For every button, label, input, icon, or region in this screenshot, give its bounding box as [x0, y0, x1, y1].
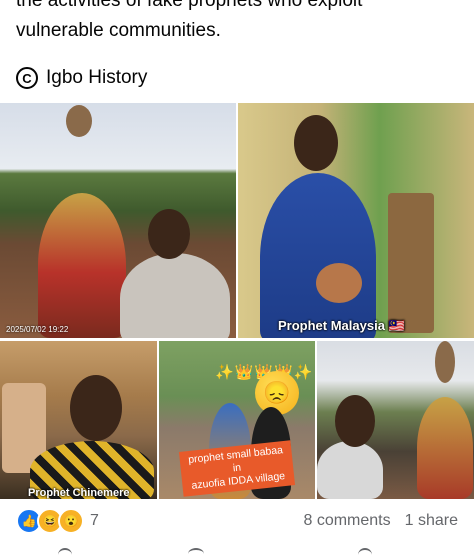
engagement-bar: 👍 😆 😮 7 8 comments 1 share: [0, 502, 474, 540]
comments-count[interactable]: 8 comments: [303, 512, 390, 530]
masquerade-figure: [38, 193, 126, 338]
man-with-microphone: [120, 253, 230, 338]
copyright-icon: C: [16, 67, 38, 89]
post-text-line-2: vulnerable communities.: [16, 20, 221, 41]
share-button-icon[interactable]: [358, 548, 372, 560]
reaction-icons[interactable]: 👍 😆 😮: [16, 508, 84, 534]
post-photo-2[interactable]: Prophet Malaysia 🇲🇾: [238, 103, 474, 338]
source-label[interactable]: Igbo History: [46, 67, 147, 89]
clay-pot: [316, 263, 362, 303]
man-head: [70, 375, 122, 441]
post-photo-3[interactable]: Prophet Chinemere: [0, 341, 157, 499]
reaction-count[interactable]: 7: [90, 512, 99, 530]
photo-timestamp: 2025/07/02 19:22: [6, 325, 69, 334]
masquerade-head: [435, 341, 455, 383]
masquerade-figure: [417, 397, 473, 499]
post-photo-1[interactable]: 2025/07/02 19:22: [0, 103, 236, 338]
comment-button-icon[interactable]: [188, 548, 204, 560]
shares-count[interactable]: 1 share: [405, 512, 458, 530]
post-photo-5[interactable]: [317, 341, 474, 499]
shrine-object: [388, 193, 434, 333]
prophet-head: [294, 115, 338, 171]
photo-caption-prophet-malaysia: Prophet Malaysia 🇲🇾: [278, 318, 405, 333]
action-buttons-row: [0, 548, 474, 560]
wow-icon: 😮: [58, 508, 84, 534]
man-head: [335, 395, 375, 447]
post-text: the activities of fake prophets who expl…: [16, 0, 456, 46]
prophet-figure: [260, 173, 376, 338]
photo-caption-prophet-chinemere: Prophet Chinemere: [28, 487, 130, 499]
man-head: [148, 209, 190, 259]
masquerade-head: [66, 105, 92, 137]
post-photo-4[interactable]: ✨👑👑👑✨ 😞 prophet small babaa in azuofia I…: [159, 341, 315, 499]
man-figure: [317, 441, 383, 499]
post-text-line-1: the activities of fake prophets who expl…: [16, 0, 363, 11]
like-button-icon[interactable]: [58, 548, 72, 560]
post-source[interactable]: C Igbo History: [16, 64, 147, 92]
